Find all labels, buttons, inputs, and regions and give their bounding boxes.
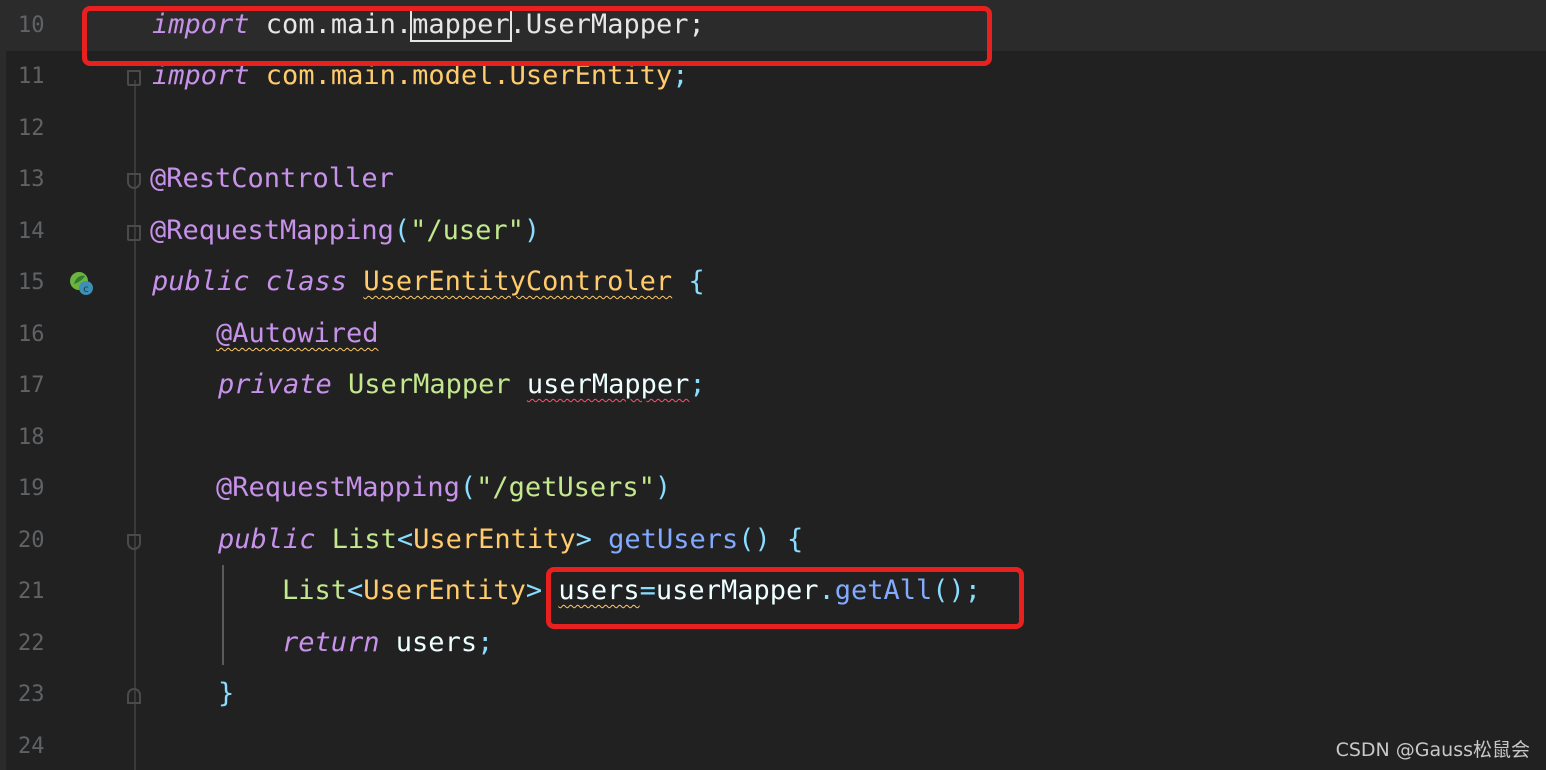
class-name: UserEntityControler: [363, 266, 673, 297]
code-editor[interactable]: 10 import com.main.mapper.UserMapper; 11…: [0, 0, 1546, 770]
line-number: 23: [18, 682, 45, 707]
line-number: 16: [18, 322, 45, 347]
spring-bean-class-icon[interactable]: c: [68, 270, 94, 296]
code-text[interactable]: public List<UserEntity> getUsers() {: [218, 523, 803, 557]
line-number: 14: [18, 219, 45, 244]
highlight-box-import: [82, 6, 992, 66]
code-line[interactable]: 23 }: [0, 669, 1546, 720]
line-number: 24: [18, 734, 45, 759]
code-text[interactable]: public class UserEntityControler {: [152, 265, 705, 299]
code-line[interactable]: 17 private UserMapper userMapper;: [0, 360, 1546, 411]
line-number: 10: [18, 13, 45, 38]
code-text[interactable]: }: [218, 677, 234, 711]
code-line[interactable]: 12: [0, 103, 1546, 154]
code-line[interactable]: 13 @RestController: [0, 154, 1546, 205]
highlight-box-call: [546, 567, 1024, 629]
fold-marker-icon[interactable]: [127, 225, 141, 241]
code-line[interactable]: 19 @RequestMapping("/getUsers"): [0, 463, 1546, 514]
code-text[interactable]: @Autowired: [216, 317, 379, 351]
watermark: CSDN @Gauss松鼠会: [1335, 739, 1530, 761]
fold-marker-icon[interactable]: [127, 70, 141, 86]
code-line[interactable]: 14 @RequestMapping("/user"): [0, 206, 1546, 257]
code-line[interactable]: 18: [0, 412, 1546, 463]
code-line[interactable]: 20 public List<UserEntity> getUsers() {: [0, 515, 1546, 566]
line-number: 12: [18, 116, 45, 141]
code-line[interactable]: 24: [0, 721, 1546, 770]
fold-marker-icon[interactable]: [127, 173, 141, 189]
code-text[interactable]: return users;: [282, 626, 493, 660]
fold-marker-icon[interactable]: [127, 688, 141, 704]
line-number: 13: [18, 167, 45, 192]
line-number: 15: [18, 270, 45, 295]
code-text[interactable]: private UserMapper userMapper;: [218, 368, 706, 402]
svg-text:c: c: [83, 284, 89, 295]
error-identifier: userMapper: [526, 369, 690, 400]
line-number: 20: [18, 528, 45, 553]
line-number: 21: [18, 579, 45, 604]
code-text[interactable]: @RequestMapping("/getUsers"): [216, 471, 671, 505]
line-number: 18: [18, 425, 45, 450]
fold-marker-icon[interactable]: [127, 534, 141, 550]
code-text[interactable]: @RestController: [150, 162, 394, 196]
line-number: 22: [18, 631, 45, 656]
code-line[interactable]: 15 public class UserEntityControler {: [0, 257, 1546, 308]
code-text[interactable]: @RequestMapping("/user"): [150, 214, 540, 248]
line-number: 11: [18, 64, 45, 89]
code-line[interactable]: 16 @Autowired: [0, 309, 1546, 360]
line-number: 19: [18, 476, 45, 501]
line-number: 17: [18, 373, 45, 398]
